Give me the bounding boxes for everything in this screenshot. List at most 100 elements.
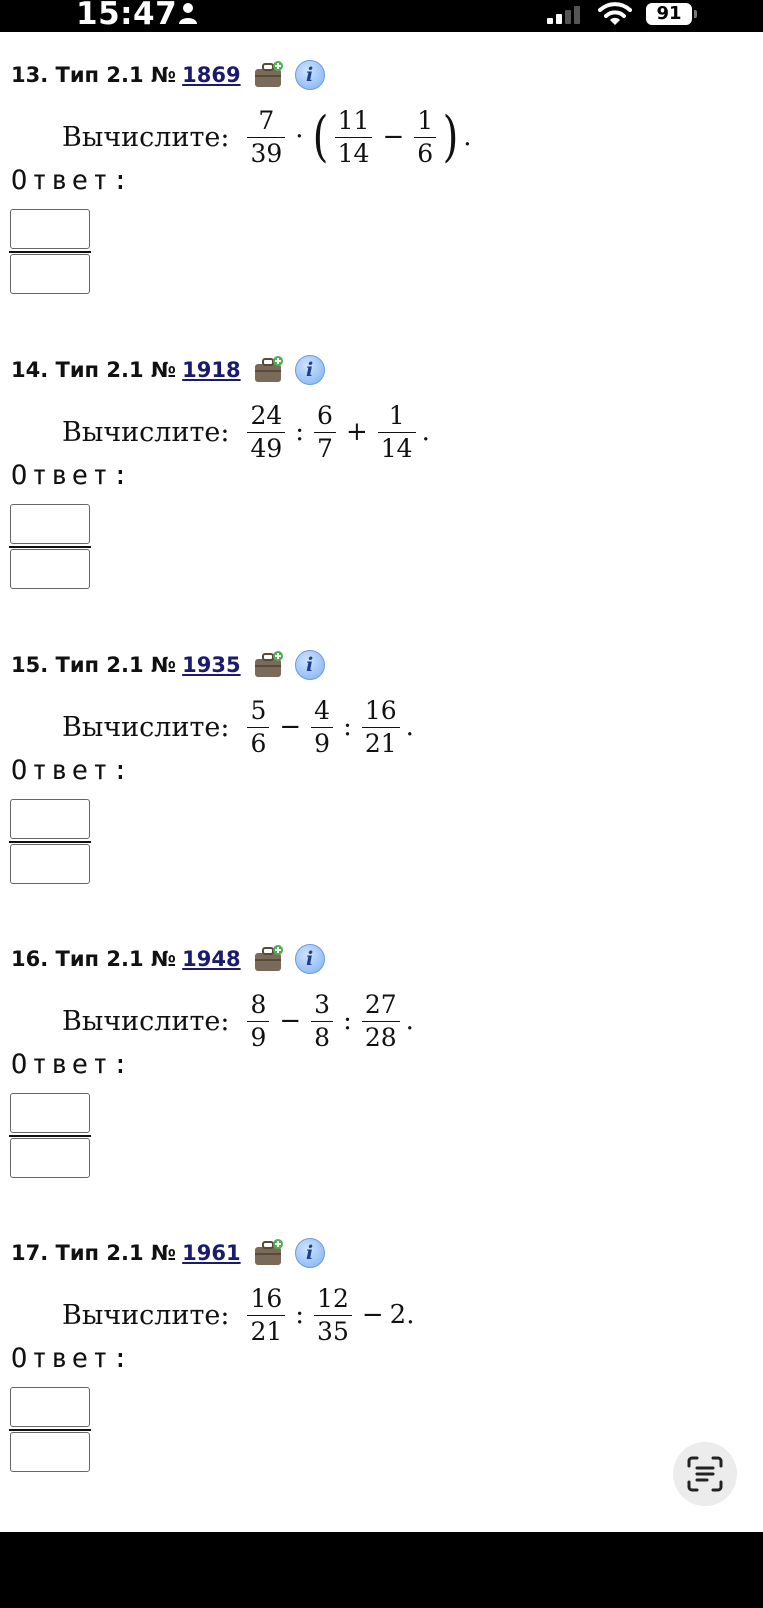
answer-denominator-input[interactable] bbox=[10, 1432, 90, 1472]
operator: − bbox=[382, 122, 405, 152]
briefcase-icon[interactable] bbox=[253, 355, 283, 385]
info-icon[interactable]: i bbox=[294, 650, 325, 680]
answer-denominator-input[interactable] bbox=[10, 254, 90, 294]
signal-icon bbox=[547, 6, 580, 24]
fraction: 16 21 bbox=[247, 1285, 286, 1345]
problem-index: 16. bbox=[11, 947, 49, 971]
left-paren: ( bbox=[312, 105, 328, 168]
problem-type: Тип 2.1 № bbox=[55, 63, 177, 87]
problem-type: Тип 2.1 № bbox=[55, 653, 177, 677]
period: . bbox=[405, 712, 414, 742]
briefcase-icon[interactable] bbox=[253, 60, 283, 90]
answer-label: Ответ: bbox=[11, 1343, 133, 1374]
problem-number-link[interactable]: 1869 bbox=[182, 63, 240, 87]
problem-header: 17. Тип 2.1 № 1961 i bbox=[11, 1235, 325, 1271]
answer-numerator-input[interactable] bbox=[10, 209, 90, 249]
task-label: Вычислите: bbox=[62, 1299, 230, 1331]
problem-index: 13. bbox=[11, 63, 49, 87]
answer-denominator-input[interactable] bbox=[10, 844, 90, 884]
fraction-bar bbox=[9, 546, 91, 548]
task-label: Вычислите: bbox=[62, 121, 230, 153]
bottom-bar bbox=[0, 1532, 763, 1608]
operator: : bbox=[295, 417, 305, 447]
problem-type: Тип 2.1 № bbox=[55, 358, 177, 382]
problem-header: 14. Тип 2.1 № 1918 i bbox=[11, 352, 325, 388]
task-label: Вычислите: bbox=[62, 711, 230, 743]
answer-label: Ответ: bbox=[11, 1049, 133, 1080]
problem-17: 17. Тип 2.1 № 1961 i Вычислите: 16 21 : 1… bbox=[0, 1235, 763, 1515]
answer-label: Ответ: bbox=[11, 460, 133, 491]
right-paren: ) bbox=[442, 105, 459, 168]
problem-index: 14. bbox=[11, 358, 49, 382]
problem-15: 15. Тип 2.1 № 1935 i Вычислите: 56 − 49 … bbox=[0, 647, 763, 927]
wifi-icon bbox=[598, 2, 632, 25]
fraction-bar bbox=[9, 1429, 91, 1431]
task-label: Вычислите: bbox=[62, 416, 230, 448]
period: . bbox=[405, 1006, 414, 1036]
fraction: 16 21 bbox=[361, 697, 400, 757]
answer-numerator-input[interactable] bbox=[10, 799, 90, 839]
operator: : bbox=[343, 1006, 352, 1036]
fraction: 27 28 bbox=[361, 991, 400, 1051]
operator: + bbox=[345, 417, 368, 447]
fraction: 56 bbox=[247, 697, 270, 757]
status-bar: 15:47 91 bbox=[0, 0, 763, 32]
operator: − bbox=[279, 712, 302, 742]
problem-index: 17. bbox=[11, 1241, 49, 1265]
fraction-bar bbox=[9, 251, 91, 253]
scan-text-icon bbox=[687, 1456, 723, 1492]
fraction: 7 39 bbox=[247, 107, 286, 167]
problem-header: 15. Тип 2.1 № 1935 i bbox=[11, 647, 325, 683]
info-icon[interactable]: i bbox=[294, 60, 325, 90]
fraction: 49 bbox=[311, 697, 334, 757]
info-icon[interactable]: i bbox=[294, 944, 325, 974]
answer-denominator-input[interactable] bbox=[10, 549, 90, 589]
problem-index: 15. bbox=[11, 653, 49, 677]
operator: · bbox=[295, 122, 304, 152]
fraction-bar bbox=[9, 841, 91, 843]
problem-header: 13. Тип 2.1 № 1869 i bbox=[11, 57, 325, 93]
operator: − bbox=[279, 1006, 302, 1036]
battery-icon: 91 bbox=[646, 3, 697, 25]
problem-number-link[interactable]: 1935 bbox=[182, 653, 240, 677]
answer-label: Ответ: bbox=[11, 755, 133, 786]
answer-numerator-input[interactable] bbox=[10, 1387, 90, 1427]
problem-16: 16. Тип 2.1 № 1948 i Вычислите: 89 − 38 … bbox=[0, 941, 763, 1221]
integer: 2 bbox=[389, 1300, 407, 1330]
info-icon[interactable]: i bbox=[294, 355, 325, 385]
fraction: 1 14 bbox=[377, 402, 416, 462]
operator: − bbox=[361, 1300, 384, 1330]
briefcase-icon[interactable] bbox=[253, 1238, 283, 1268]
answer-numerator-input[interactable] bbox=[10, 1093, 90, 1133]
problem-13: 13. Тип 2.1 № 1869 i Вычислите: 7 39 · ( … bbox=[0, 57, 763, 337]
fraction: 89 bbox=[247, 991, 270, 1051]
period: . bbox=[463, 122, 472, 152]
problem-type: Тип 2.1 № bbox=[55, 947, 177, 971]
briefcase-icon[interactable] bbox=[253, 650, 283, 680]
answer-denominator-input[interactable] bbox=[10, 1138, 90, 1178]
briefcase-icon[interactable] bbox=[253, 944, 283, 974]
problem-type: Тип 2.1 № bbox=[55, 1241, 177, 1265]
problem-header: 16. Тип 2.1 № 1948 i bbox=[11, 941, 325, 977]
problem-number-link[interactable]: 1948 bbox=[182, 947, 240, 971]
problem-number-link[interactable]: 1918 bbox=[182, 358, 240, 382]
info-icon[interactable]: i bbox=[294, 1238, 325, 1268]
period: . bbox=[421, 417, 430, 447]
fraction: 67 bbox=[314, 402, 336, 462]
operator: : bbox=[343, 712, 352, 742]
answer-label: Ответ: bbox=[11, 165, 133, 196]
problem-14: 14. Тип 2.1 № 1918 i Вычислите: 24 49 : 6… bbox=[0, 352, 763, 632]
fraction: 11 14 bbox=[334, 107, 373, 167]
fraction: 24 49 bbox=[247, 402, 286, 462]
answer-numerator-input[interactable] bbox=[10, 504, 90, 544]
status-time: 15:47 bbox=[76, 0, 178, 32]
fraction: 16 bbox=[414, 107, 437, 167]
fraction: 12 35 bbox=[314, 1285, 352, 1345]
person-icon bbox=[179, 3, 197, 24]
fraction-bar bbox=[9, 1135, 91, 1137]
period: . bbox=[406, 1300, 415, 1330]
task-label: Вычислите: bbox=[62, 1005, 230, 1037]
problem-number-link[interactable]: 1961 bbox=[182, 1241, 240, 1265]
scan-text-button[interactable] bbox=[673, 1442, 737, 1506]
operator: : bbox=[295, 1300, 305, 1330]
